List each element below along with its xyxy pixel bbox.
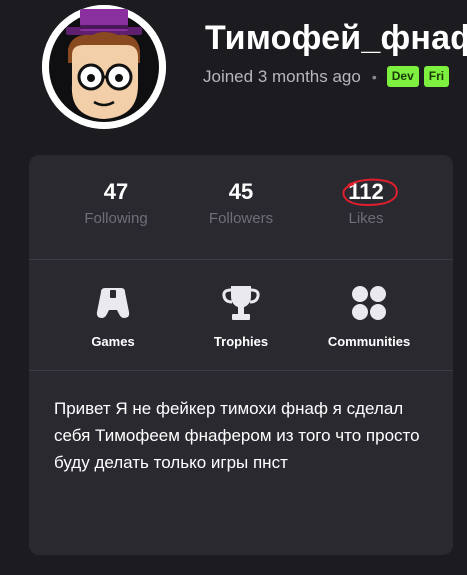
stat-followers[interactable]: 45 Followers (181, 179, 301, 227)
nav-games[interactable]: Games (53, 282, 173, 349)
stats-row: 47 Following 45 Followers 112 Likes (29, 155, 453, 259)
stat-following[interactable]: 47 Following (56, 179, 176, 227)
nav-trophies[interactable]: Trophies (181, 282, 301, 349)
followers-label: Followers (208, 210, 274, 227)
stat-likes[interactable]: 112 Likes (306, 178, 426, 227)
profile-bio: Привет Я не фейкер тимохи фнаф я сделал … (54, 399, 420, 472)
trophy-icon (222, 286, 260, 320)
red-circle-annotation (342, 178, 398, 207)
nav-games-label: Games (91, 334, 135, 349)
communities-icon (352, 286, 386, 320)
badge-fri[interactable]: Fri (423, 66, 450, 87)
nav-communities[interactable]: Communities (309, 282, 429, 349)
avatar-image (42, 5, 166, 129)
likes-label: Likes (348, 210, 384, 227)
profile-card: 47 Following 45 Followers 112 Likes Game… (29, 155, 453, 555)
separator-dot: • (371, 68, 377, 85)
profile-meta: Joined 3 months ago • Dev Fri (203, 66, 454, 87)
following-label: Following (84, 210, 148, 227)
followers-count: 45 (228, 179, 254, 204)
following-count: 47 (103, 179, 129, 204)
divider-bottom (29, 370, 453, 371)
badge-dev[interactable]: Dev (386, 66, 419, 87)
nav-trophies-label: Trophies (213, 334, 269, 349)
joined-date: Joined 3 months ago (203, 66, 361, 86)
gamepad-icon (96, 288, 130, 318)
nav-communities-label: Communities (327, 334, 411, 349)
likes-count-wrapper: 112 (306, 178, 426, 207)
username: Тимофей_фнаф (205, 19, 467, 57)
profile-nav: Games Trophies Communities (29, 260, 453, 370)
avatar[interactable] (42, 5, 166, 129)
profile-page: Тимофей_фнаф Joined 3 months ago • Dev F… (0, 0, 467, 575)
